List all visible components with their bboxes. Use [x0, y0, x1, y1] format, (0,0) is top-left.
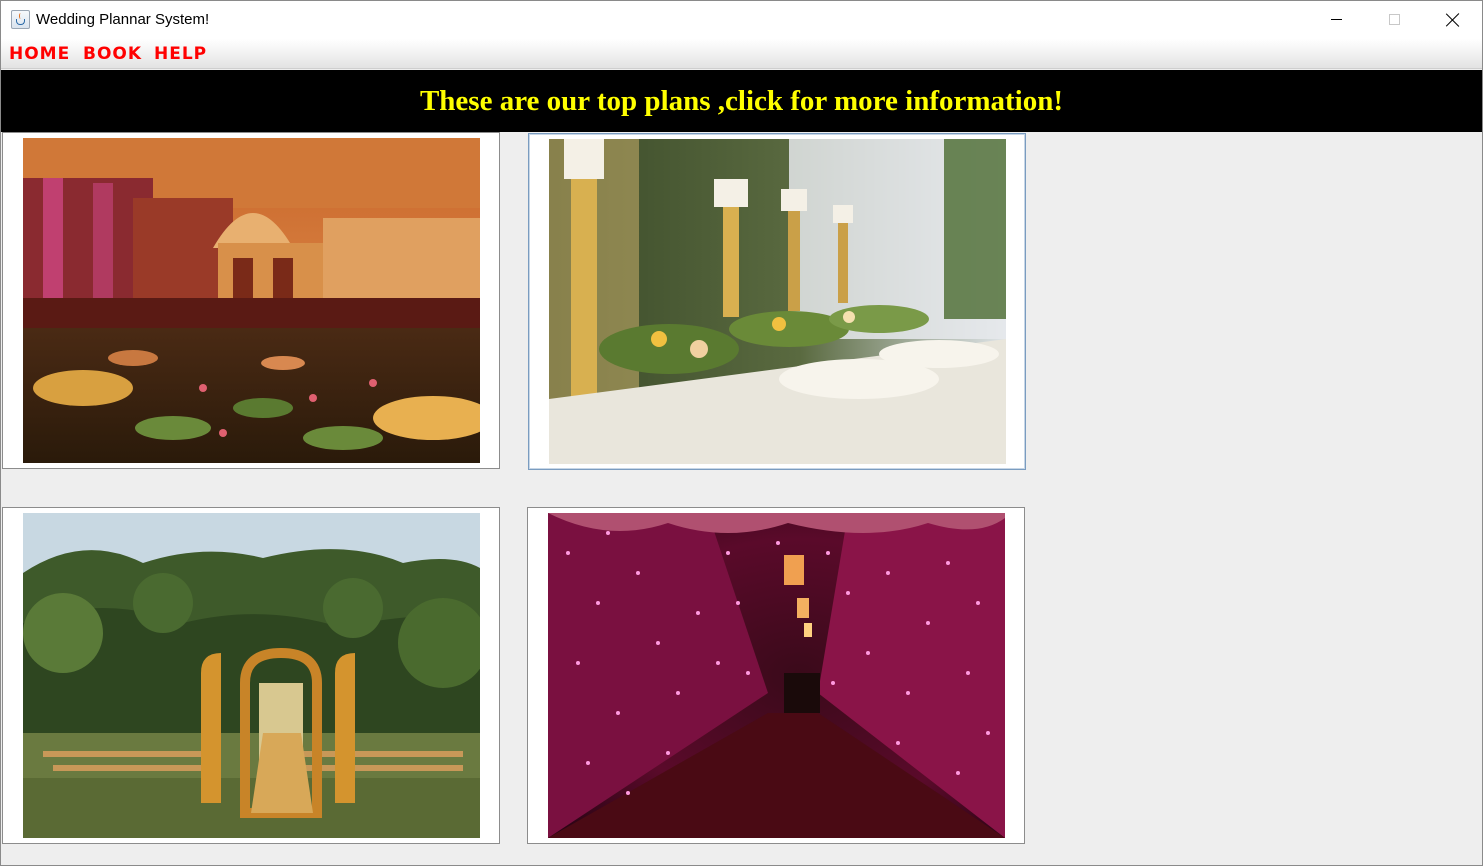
close-button[interactable]: [1424, 1, 1482, 39]
indoor-palace-pool-decor-photo: [23, 138, 480, 463]
garden-arch-ceremony-photo: [23, 513, 480, 838]
menu-bar: HOME BOOK HELP: [1, 39, 1482, 69]
java-app-icon: [11, 10, 30, 29]
title-bar[interactable]: Wedding Plannar System!: [1, 1, 1482, 39]
close-icon: [1446, 13, 1460, 27]
maximize-button[interactable]: [1366, 1, 1424, 39]
fairy-light-tunnel-photo: [548, 513, 1005, 838]
menu-help[interactable]: HELP: [154, 44, 207, 64]
plan-card-2[interactable]: [528, 133, 1026, 470]
minimize-button[interactable]: [1308, 1, 1366, 39]
menu-book[interactable]: BOOK: [83, 44, 142, 64]
menu-home[interactable]: HOME: [9, 44, 70, 64]
window-title: Wedding Plannar System!: [36, 11, 210, 28]
minimize-icon: [1331, 19, 1342, 20]
plan-card-1[interactable]: [2, 132, 500, 469]
top-plans-banner: These are our top plans ,click for more …: [1, 70, 1482, 132]
candle-table-setting-photo: [549, 139, 1006, 464]
banner-heading: These are our top plans ,click for more …: [419, 85, 1064, 117]
maximize-icon: [1389, 14, 1400, 25]
plan-card-4[interactable]: [527, 507, 1025, 844]
app-window: Wedding Plannar System! HOME BOOK HELP T…: [0, 0, 1483, 866]
plan-card-3[interactable]: [2, 507, 500, 844]
